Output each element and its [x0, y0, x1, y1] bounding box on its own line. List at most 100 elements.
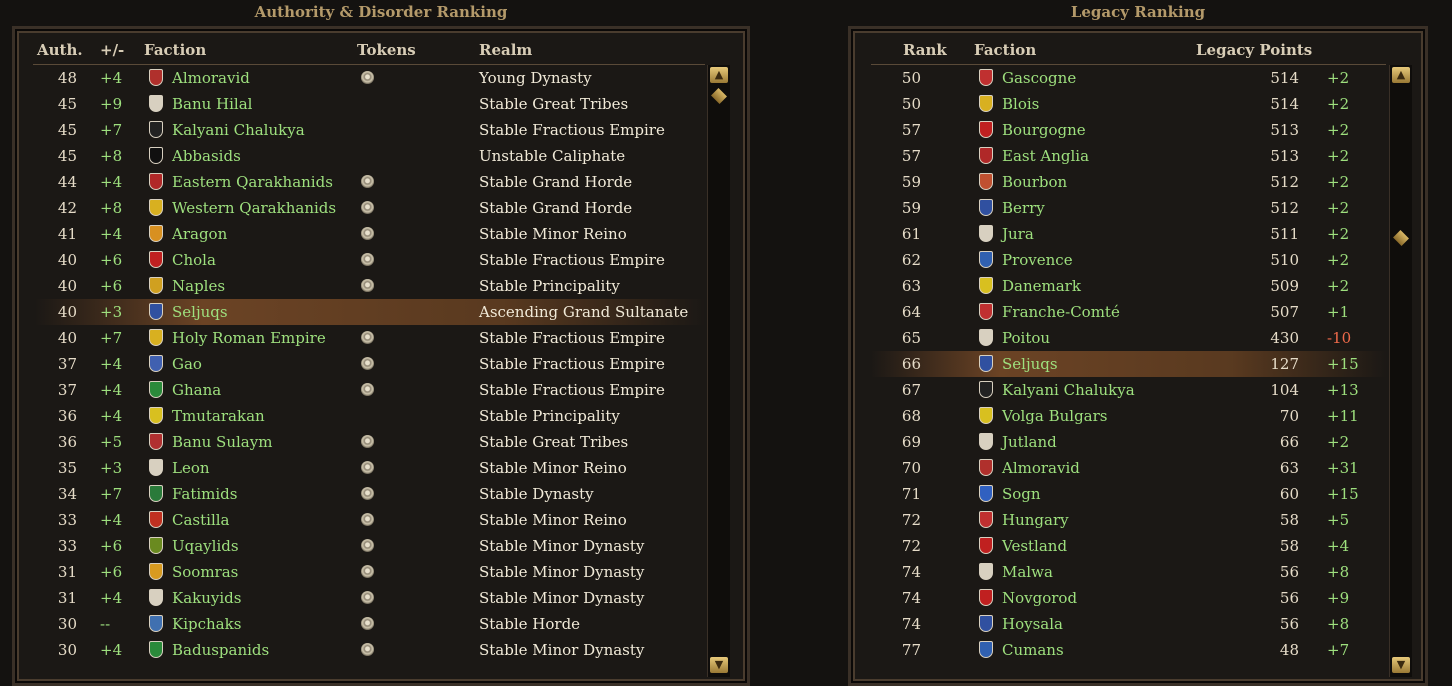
faction-name[interactable]: Hungary: [1002, 507, 1069, 533]
col-auth[interactable]: Auth.: [37, 41, 83, 59]
faction-name[interactable]: Soomras: [172, 559, 238, 585]
faction-name[interactable]: Danemark: [1002, 273, 1081, 299]
table-row[interactable]: 59 Berry 512 +2: [871, 195, 1387, 221]
col-legacy-points[interactable]: Legacy Points: [1196, 41, 1312, 59]
faction-name[interactable]: Gascogne: [1002, 65, 1076, 91]
table-row[interactable]: 70 Almoravid 63 +31: [871, 455, 1387, 481]
table-row[interactable]: 36 +4 Tmutarakan Stable Principality: [35, 403, 705, 429]
table-row[interactable]: 67 Kalyani Chalukya 104 +13: [871, 377, 1387, 403]
table-row[interactable]: 72 Vestland 58 +4: [871, 533, 1387, 559]
faction-name[interactable]: Kalyani Chalukya: [172, 117, 305, 143]
table-row[interactable]: 45 +7 Kalyani Chalukya Stable Fractious Emp…: [35, 117, 705, 143]
faction-name[interactable]: Chola: [172, 247, 216, 273]
faction-name[interactable]: Uqaylids: [172, 533, 239, 559]
faction-name[interactable]: Berry: [1002, 195, 1045, 221]
table-row[interactable]: 68 Volga Bulgars 70 +11: [871, 403, 1387, 429]
faction-name[interactable]: Jura: [1002, 221, 1034, 247]
table-row[interactable]: 48 +4 Almoravid Young Dynasty: [35, 65, 705, 91]
table-row[interactable]: 57 East Anglia 513 +2: [871, 143, 1387, 169]
table-row[interactable]: 66 Seljuqs 127 +15: [871, 351, 1387, 377]
faction-name[interactable]: Banu Hilal: [172, 91, 252, 117]
table-row[interactable]: 45 +9 Banu Hilal Stable Great Tribes: [35, 91, 705, 117]
faction-name[interactable]: Ghana: [172, 377, 221, 403]
scroll-down-icon[interactable]: ▼: [1392, 657, 1410, 673]
table-row[interactable]: 45 +8 Abbasids Unstable Caliphate: [35, 143, 705, 169]
faction-name[interactable]: Almoravid: [1002, 455, 1080, 481]
faction-name[interactable]: Volga Bulgars: [1002, 403, 1108, 429]
table-row[interactable]: 64 Franche-Comté 507 +1: [871, 299, 1387, 325]
faction-name[interactable]: Bourbon: [1002, 169, 1067, 195]
faction-name[interactable]: Castilla: [172, 507, 229, 533]
faction-name[interactable]: Poitou: [1002, 325, 1050, 351]
table-row[interactable]: 59 Bourbon 512 +2: [871, 169, 1387, 195]
faction-name[interactable]: Leon: [172, 455, 210, 481]
table-row[interactable]: 40 +6 Naples Stable Principality: [35, 273, 705, 299]
table-row[interactable]: 33 +4 Castilla Stable Minor Reino: [35, 507, 705, 533]
table-row[interactable]: 74 Novgorod 56 +9: [871, 585, 1387, 611]
faction-name[interactable]: Gao: [172, 351, 202, 377]
col-faction[interactable]: Faction: [144, 41, 206, 59]
table-row[interactable]: 37 +4 Gao Stable Fractious Empire: [35, 351, 705, 377]
table-row[interactable]: 71 Sogn 60 +15: [871, 481, 1387, 507]
faction-name[interactable]: Tmutarakan: [172, 403, 265, 429]
faction-name[interactable]: Provence: [1002, 247, 1073, 273]
faction-name[interactable]: Fatimids: [172, 481, 237, 507]
table-row[interactable]: 33 +6 Uqaylids Stable Minor Dynasty: [35, 533, 705, 559]
table-row[interactable]: 31 +4 Kakuyids Stable Minor Dynasty: [35, 585, 705, 611]
scroll-up-icon[interactable]: ▲: [710, 67, 728, 83]
table-row[interactable]: 50 Gascogne 514 +2: [871, 65, 1387, 91]
table-row[interactable]: 34 +7 Fatimids Stable Dynasty: [35, 481, 705, 507]
faction-name[interactable]: Almoravid: [172, 65, 250, 91]
table-row[interactable]: 30 -- Kipchaks Stable Horde: [35, 611, 705, 637]
faction-name[interactable]: Naples: [172, 273, 225, 299]
faction-name[interactable]: Holy Roman Empire: [172, 325, 326, 351]
table-row[interactable]: 37 +4 Ghana Stable Fractious Empire: [35, 377, 705, 403]
table-row[interactable]: 40 +7 Holy Roman Empire Stable Fractious Em…: [35, 325, 705, 351]
table-row[interactable]: 74 Hoysala 56 +8: [871, 611, 1387, 637]
table-row[interactable]: 35 +3 Leon Stable Minor Reino: [35, 455, 705, 481]
scroll-thumb[interactable]: [1393, 230, 1409, 246]
faction-name[interactable]: Baduspanids: [172, 637, 269, 663]
scroll-thumb[interactable]: [711, 88, 727, 104]
scroll-down-icon[interactable]: ▼: [710, 657, 728, 673]
table-row[interactable]: 40 +6 Chola Stable Fractious Empire: [35, 247, 705, 273]
col-tokens[interactable]: Tokens: [357, 41, 416, 59]
faction-name[interactable]: Kipchaks: [172, 611, 241, 637]
faction-name[interactable]: Cumans: [1002, 637, 1064, 663]
col-realm[interactable]: Realm: [479, 41, 532, 59]
table-row[interactable]: 74 Malwa 56 +8: [871, 559, 1387, 585]
faction-name[interactable]: Bourgogne: [1002, 117, 1086, 143]
faction-name[interactable]: Hoysala: [1002, 611, 1063, 637]
faction-name[interactable]: Western Qarakhanids: [172, 195, 336, 221]
col-change[interactable]: +/-: [100, 41, 124, 59]
table-row[interactable]: 61 Jura 511 +2: [871, 221, 1387, 247]
faction-name[interactable]: Franche-Comté: [1002, 299, 1120, 325]
scroll-up-icon[interactable]: ▲: [1392, 67, 1410, 83]
faction-name[interactable]: Abbasids: [172, 143, 241, 169]
table-row[interactable]: 72 Hungary 58 +5: [871, 507, 1387, 533]
faction-name[interactable]: Malwa: [1002, 559, 1053, 585]
col-rank[interactable]: Rank: [903, 41, 947, 59]
table-row[interactable]: 77 Cumans 48 +7: [871, 637, 1387, 663]
faction-name[interactable]: Jutland: [1002, 429, 1057, 455]
faction-name[interactable]: Kalyani Chalukya: [1002, 377, 1135, 403]
table-row[interactable]: 31 +6 Soomras Stable Minor Dynasty: [35, 559, 705, 585]
faction-name[interactable]: Banu Sulaym: [172, 429, 272, 455]
faction-name[interactable]: East Anglia: [1002, 143, 1089, 169]
faction-name[interactable]: Eastern Qarakhanids: [172, 169, 333, 195]
faction-name[interactable]: Kakuyids: [172, 585, 241, 611]
faction-name[interactable]: Aragon: [172, 221, 227, 247]
table-row[interactable]: 57 Bourgogne 513 +2: [871, 117, 1387, 143]
table-row[interactable]: 41 +4 Aragon Stable Minor Reino: [35, 221, 705, 247]
table-row[interactable]: 30 +4 Baduspanids Stable Minor Dynasty: [35, 637, 705, 663]
table-row[interactable]: 36 +5 Banu Sulaym Stable Great Tribes: [35, 429, 705, 455]
faction-name[interactable]: Vestland: [1002, 533, 1067, 559]
table-row[interactable]: 69 Jutland 66 +2: [871, 429, 1387, 455]
table-row[interactable]: 62 Provence 510 +2: [871, 247, 1387, 273]
faction-name[interactable]: Seljuqs: [1002, 351, 1058, 377]
faction-name[interactable]: Seljuqs: [172, 299, 228, 325]
faction-name[interactable]: Sogn: [1002, 481, 1041, 507]
table-row[interactable]: 42 +8 Western Qarakhanids Stable Grand Hord…: [35, 195, 705, 221]
table-row[interactable]: 50 Blois 514 +2: [871, 91, 1387, 117]
right-scrollbar[interactable]: ▲ ▼: [1389, 65, 1412, 677]
